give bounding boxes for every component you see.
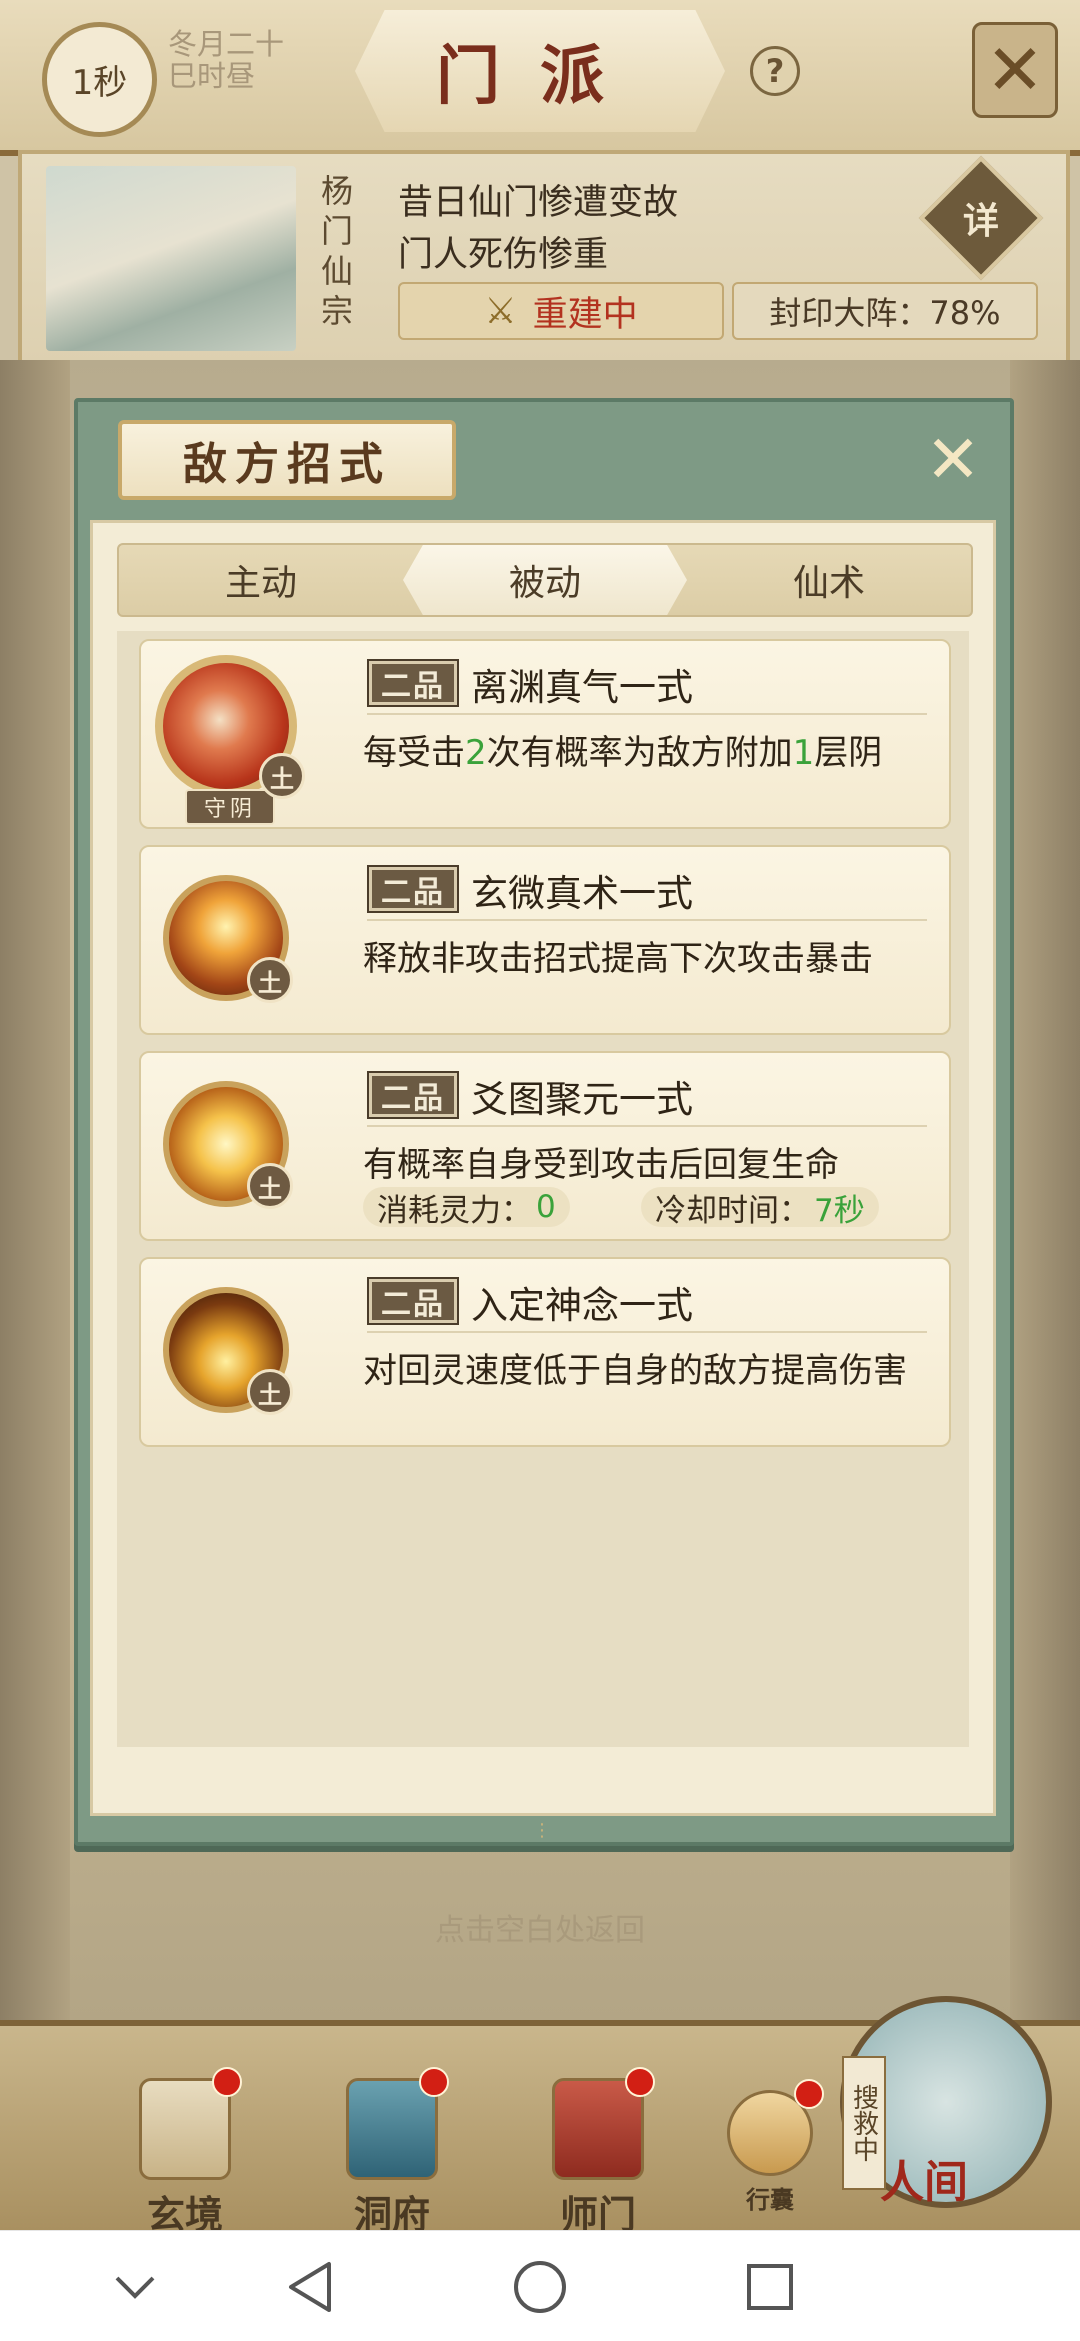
sect-landscape-image: [46, 166, 296, 351]
notification-dot: [212, 2067, 242, 2097]
enemy-skills-dialog: 敌方招式 ✕ 主动 被动 仙术 守阴 土 二品 离渊真气一式 每受击2次有概率为…: [74, 398, 1014, 1846]
home-icon[interactable]: [510, 2259, 570, 2315]
skill-card[interactable]: 土 二品 玄微真术一式 释放非攻击招式提高下次攻击暴击: [139, 845, 951, 1035]
skill-type-badge: 守阴: [185, 789, 275, 825]
dialog-title: 敌方招式: [183, 439, 391, 490]
grade-tag: 二品: [367, 865, 459, 913]
background-scenery-left: [0, 360, 70, 2020]
spirit-cost-stat: 消耗灵力： 0: [363, 1187, 570, 1229]
nav-item-shimen[interactable]: 师门: [528, 2067, 668, 2239]
system-navigation-bar: [0, 2230, 1080, 2341]
skill-card[interactable]: 土 二品 爻图聚元一式 有概率自身受到攻击后回复生命 消耗灵力： 0 冷却时间： 7…: [139, 1051, 951, 1241]
skill-name: 玄微真术一式: [471, 872, 693, 915]
earth-element-icon: 土: [259, 753, 305, 799]
nav-item-dongfu[interactable]: 洞府: [322, 2067, 462, 2239]
grade-tag: 二品: [367, 659, 459, 707]
notification-dot: [625, 2067, 655, 2097]
desc-text: 层阴: [814, 733, 883, 773]
divider: [367, 1125, 927, 1127]
divider: [367, 919, 927, 921]
tap-to-return-hint: 点击空白处返回: [435, 1913, 645, 1948]
skill-list[interactable]: 守阴 土 二品 离渊真气一式 每受击2次有概率为敌方附加1层阴 土 二品 玄微真…: [117, 631, 969, 1747]
dialog-body: 主动 被动 仙术 守阴 土 二品 离渊真气一式 每受击2次有概率为敌方附加1层阴…: [90, 520, 996, 1816]
desc-text: 次有概率为敌方附加: [486, 733, 793, 773]
scroll-icon: [139, 2067, 242, 2180]
divider: [367, 713, 927, 715]
skill-type-tabs: 主动 被动 仙术: [117, 543, 973, 617]
earth-element-icon: 土: [247, 957, 293, 1003]
nav-item-xingnang[interactable]: 行囊: [700, 2079, 840, 2215]
nav-item-xuanjing[interactable]: 玄境: [115, 2067, 255, 2239]
back-icon[interactable]: [280, 2259, 340, 2315]
close-icon[interactable]: ✕: [972, 22, 1058, 118]
grade-tag: 二品: [367, 1071, 459, 1119]
chevron-down-icon[interactable]: [105, 2259, 165, 2315]
detail-button[interactable]: 详: [918, 155, 1044, 281]
crossed-swords-icon: ⚔: [484, 290, 517, 332]
skill-description: 对回灵速度低于自身的敌方提高伤害: [363, 1351, 907, 1391]
background-scenery-right: [1010, 360, 1080, 2020]
dialog-title-plate: 敌方招式: [118, 420, 456, 500]
stat-value: 7秒: [814, 1192, 865, 1229]
tab-passive-skills[interactable]: 被动: [403, 545, 687, 615]
notification-dot: [419, 2067, 449, 2097]
skill-name: 离渊真气一式: [471, 666, 693, 709]
help-icon[interactable]: ?: [750, 46, 800, 96]
page-title-plate: 门派: [355, 10, 725, 132]
tab-active-skills[interactable]: 主动: [119, 545, 403, 615]
rebuild-status-label: 重建中: [532, 294, 638, 335]
sect-name: 杨门仙宗: [316, 174, 354, 334]
calendar-date: 冬月二十: [168, 27, 285, 61]
top-bar: 1秒 冬月二十 巳时昼 门派 ? ✕: [0, 0, 1080, 156]
skill-card[interactable]: 土 二品 入定神念一式 对回灵速度低于自身的敌方提高伤害: [139, 1257, 951, 1447]
sect-description-line2: 门人死伤惨重: [398, 235, 609, 275]
desc-number: 1: [792, 733, 815, 773]
stat-label: 消耗灵力：: [377, 1192, 532, 1229]
timer-badge[interactable]: 1秒: [42, 22, 157, 137]
calendar-time: 巳时昼: [168, 59, 256, 93]
desc-number: 2: [465, 733, 487, 773]
grade-tag: 二品: [367, 1277, 459, 1325]
skill-description: 每受击2次有概率为敌方附加1层阴: [363, 725, 882, 774]
skill-card[interactable]: 守阴 土 二品 离渊真气一式 每受击2次有概率为敌方附加1层阴: [139, 639, 951, 829]
skill-name: 入定神念一式: [471, 1284, 693, 1327]
nav-label: 行囊: [746, 2185, 794, 2214]
page-title: 门派: [436, 39, 644, 114]
desc-text: 每受击: [363, 733, 465, 773]
notification-dot: [794, 2079, 824, 2109]
banner-icon: [552, 2067, 655, 2180]
pouch-icon: [727, 2079, 824, 2176]
nav-label-renjian[interactable]: 人间: [880, 2146, 968, 2210]
divider: [367, 1331, 927, 1333]
skill-description: 有概率自身受到攻击后回复生命: [363, 1145, 839, 1185]
skill-description: 释放非攻击招式提高下次攻击暴击: [363, 939, 873, 979]
bottom-navigation: 玄境 洞府 师门 行囊 搜救中 人间: [0, 1996, 1080, 2239]
recents-icon[interactable]: [740, 2259, 800, 2315]
stat-label: 冷却时间：: [655, 1192, 810, 1229]
skill-name: 爻图聚元一式: [471, 1078, 693, 1121]
scroll-indicator-icon: ⋮: [533, 1820, 551, 1841]
stat-value: 0: [536, 1189, 556, 1225]
earth-element-icon: 土: [247, 1369, 293, 1415]
rebuild-status-badge[interactable]: ⚔ 重建中: [398, 282, 724, 340]
seal-array-progress: 封印大阵：78%: [732, 282, 1038, 340]
pavilion-icon: [346, 2067, 449, 2180]
sect-description-line1: 昔日仙门惨遭变故: [398, 183, 679, 223]
cooldown-stat: 冷却时间： 7秒: [641, 1187, 879, 1229]
earth-element-icon: 土: [247, 1163, 293, 1209]
sect-info-card: 杨门仙宗 昔日仙门惨遭变故 门人死伤惨重 ⚔ 重建中 封印大阵：78% 详: [18, 150, 1070, 368]
tab-immortal-arts[interactable]: 仙术: [687, 545, 971, 615]
detail-button-label: 详: [962, 200, 999, 242]
close-icon[interactable]: ✕: [918, 421, 988, 498]
